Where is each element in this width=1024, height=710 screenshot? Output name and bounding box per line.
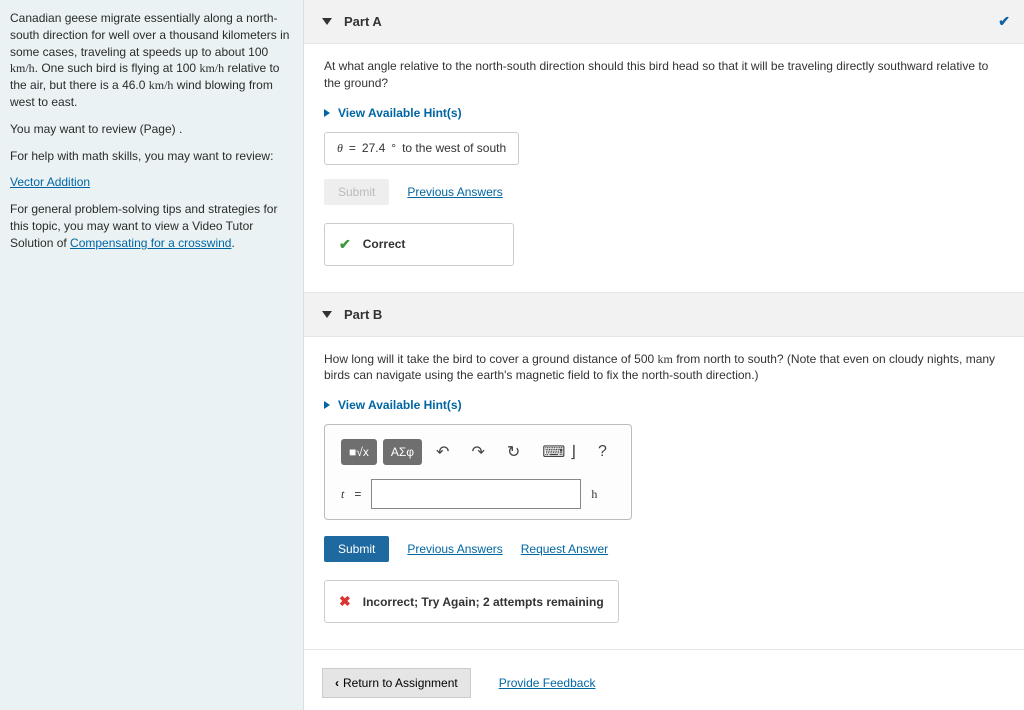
check-icon: ✔	[998, 13, 1010, 30]
tips-text: For general problem-solving tips and str…	[10, 201, 291, 251]
caret-down-icon	[322, 311, 332, 318]
part-a: Part A ✔ At what angle relative to the n…	[304, 0, 1024, 293]
part-a-question: At what angle relative to the north-sout…	[324, 58, 1004, 92]
view-hints-a[interactable]: View Available Hint(s)	[324, 106, 1004, 120]
feedback-correct: ✔ Correct	[324, 223, 514, 266]
reset-icon[interactable]: ↻	[499, 439, 528, 465]
problem-intro-sidebar: Canadian geese migrate essentially along…	[0, 0, 303, 710]
footer: ‹ Return to Assignment Provide Feedback	[304, 650, 1024, 710]
review-page-text: You may want to review (Page) .	[10, 121, 291, 138]
part-b-question: How long will it take the bird to cover …	[324, 351, 1004, 385]
part-a-title: Part A	[344, 14, 382, 29]
vector-addition-link[interactable]: Vector Addition	[10, 175, 90, 189]
help-icon[interactable]: ?	[590, 439, 615, 465]
caret-down-icon	[322, 18, 332, 25]
intro-text: Canadian geese migrate essentially along…	[10, 10, 291, 111]
chevron-left-icon: ‹	[335, 676, 339, 690]
feedback-incorrect: ✖ Incorrect; Try Again; 2 attempts remai…	[324, 580, 619, 623]
return-to-assignment-button[interactable]: ‹ Return to Assignment	[322, 668, 471, 698]
provide-feedback-link[interactable]: Provide Feedback	[499, 676, 596, 690]
part-a-header[interactable]: Part A ✔	[304, 0, 1024, 44]
main-content: Part A ✔ At what angle relative to the n…	[303, 0, 1024, 710]
templates-tool-icon[interactable]: ■√x	[341, 439, 377, 465]
check-icon: ✔	[339, 236, 351, 253]
variable-t: t	[341, 487, 344, 502]
math-help-text: For help with math skills, you may want …	[10, 148, 291, 165]
symbols-tool-icon[interactable]: ΑΣφ	[383, 439, 422, 465]
part-b: Part B How long will it take the bird to…	[304, 293, 1024, 651]
answer-input-b[interactable]	[371, 479, 581, 509]
editor-toolbar: ■√x ΑΣφ ↶ ↷ ↻ ⌨ ⌋ ?	[335, 435, 621, 469]
submit-button-a: Submit	[324, 179, 389, 205]
view-hints-b[interactable]: View Available Hint(s)	[324, 398, 1004, 412]
redo-icon[interactable]: ↷	[463, 439, 492, 465]
keyboard-icon[interactable]: ⌨ ⌋	[534, 439, 584, 465]
unit-h: h	[591, 487, 597, 502]
crosswind-link[interactable]: Compensating for a crosswind	[70, 236, 231, 250]
submit-button-b[interactable]: Submit	[324, 536, 389, 562]
answer-display-a: θ = 27.4 ° to the west of south	[324, 132, 519, 165]
previous-answers-link-a[interactable]: Previous Answers	[407, 185, 502, 199]
part-b-header[interactable]: Part B	[304, 293, 1024, 337]
request-answer-link[interactable]: Request Answer	[521, 542, 608, 556]
part-b-title: Part B	[344, 307, 382, 322]
undo-icon[interactable]: ↶	[428, 439, 457, 465]
previous-answers-link-b[interactable]: Previous Answers	[407, 542, 502, 556]
triangle-right-icon	[324, 109, 330, 117]
cross-icon: ✖	[339, 593, 351, 610]
equation-editor: ■√x ΑΣφ ↶ ↷ ↻ ⌨ ⌋ ? t = h	[324, 424, 632, 520]
triangle-right-icon	[324, 401, 330, 409]
